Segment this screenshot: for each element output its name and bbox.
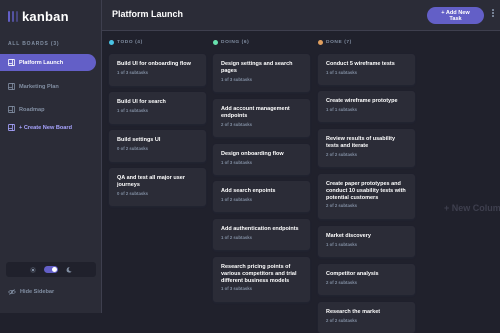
column-color-dot (109, 39, 114, 45)
sidebar-item-label: Marketing Plan (19, 83, 59, 90)
create-new-board-button[interactable]: + Create New Board (0, 119, 96, 136)
task-title: Add account management endpoints (221, 106, 290, 119)
task-card[interactable]: Design onboarding flow 1 of 3 subtasks (213, 144, 310, 175)
board-icon (8, 106, 15, 113)
column-header: DONE (7) (318, 37, 415, 47)
task-card[interactable]: Conduct 5 wireframe tests 1 of 1 subtask… (318, 54, 415, 85)
task-subtasks: 1 of 3 subtasks (221, 76, 253, 82)
logo-icon (8, 11, 18, 22)
task-subtasks: 2 of 2 subtasks (326, 151, 358, 157)
hide-sidebar-label: Hide Sidebar (20, 289, 55, 295)
column-header: DOING (6) (213, 37, 310, 47)
task-subtasks: 1 of 1 subtasks (326, 241, 358, 247)
task-subtasks: 1 of 3 subtasks (221, 159, 253, 165)
page-title: Platform Launch (112, 9, 184, 19)
task-card[interactable]: QA and test all major user journeys 0 of… (109, 168, 206, 206)
task-card[interactable]: Build UI for onboarding flow 1 of 3 subt… (109, 54, 206, 86)
add-new-task-button[interactable]: + Add New Task (427, 7, 484, 24)
task-card[interactable]: Add search enpoints 1 of 2 subtasks (213, 181, 310, 212)
task-title: Research the market (326, 309, 381, 315)
task-card[interactable]: Create wireframe prototype 1 of 1 subtas… (318, 91, 415, 122)
task-title: Market discovery (326, 233, 371, 239)
column-title: DONE (7) (326, 39, 352, 45)
boards-count-title: ALL BOARDS (3) (8, 41, 60, 47)
task-title: Competitor analysis (326, 271, 379, 277)
board-icon (8, 83, 15, 90)
sidebar-item-marketing-plan[interactable]: Marketing Plan (0, 78, 96, 95)
task-card[interactable]: Add account management endpoints 2 of 3 … (213, 99, 310, 137)
board-icon (8, 124, 15, 131)
task-card[interactable]: Add authentication endpoints 1 of 2 subt… (213, 219, 310, 250)
column-color-dot (318, 39, 323, 45)
task-title: Build UI for search (117, 99, 166, 105)
task-card[interactable]: Build UI for search 1 of 1 subtasks (109, 92, 206, 124)
task-card[interactable]: Build settings UI 0 of 2 subtasks (109, 130, 206, 162)
column-title: DOING (6) (221, 39, 250, 45)
task-title: Build settings UI (117, 137, 161, 143)
task-title: QA and test all major user journeys (117, 175, 185, 188)
sidebar-item-roadmap[interactable]: Roadmap (0, 101, 96, 118)
add-task-label-line2: Task (449, 15, 462, 22)
logo: kanban (8, 9, 69, 24)
vertical-ellipsis-icon[interactable] (491, 9, 495, 17)
task-card[interactable]: Research pricing points of various compe… (213, 257, 310, 302)
task-card[interactable]: Create paper prototypes and conduct 10 u… (318, 174, 415, 219)
eye-slash-icon (8, 289, 16, 295)
moon-icon (66, 266, 72, 273)
sidebar-item-label: Roadmap (19, 106, 45, 113)
task-subtasks: 0 of 2 subtasks (117, 145, 149, 151)
task-subtasks: 1 of 3 subtasks (117, 69, 149, 75)
task-subtasks: 1 of 1 subtasks (326, 69, 358, 75)
task-subtasks: 2 of 2 subtasks (326, 203, 358, 209)
task-subtasks: 1 of 1 subtasks (117, 107, 149, 113)
column-color-dot (213, 39, 218, 45)
task-subtasks: 2 of 2 subtasks (326, 279, 358, 285)
theme-switch[interactable] (44, 266, 58, 273)
task-title: Add search enpoints (221, 188, 276, 194)
task-title: Build UI for onboarding flow (117, 61, 191, 67)
column-todo: TODO (4) Build UI for onboarding flow 1 … (109, 37, 206, 206)
task-subtasks: 2 of 3 subtasks (221, 121, 253, 127)
task-title: Add authentication endpoints (221, 226, 299, 232)
column-title: TODO (4) (117, 39, 143, 45)
task-title: Create wireframe prototype (326, 98, 398, 104)
task-subtasks: 0 of 2 subtasks (117, 190, 149, 196)
logo-text: kanban (22, 9, 69, 24)
task-title: Conduct 5 wireframe tests (326, 61, 395, 67)
task-subtasks: 1 of 1 subtasks (326, 106, 358, 112)
task-card[interactable]: Competitor analysis 2 of 2 subtasks (318, 264, 415, 295)
column-done: DONE (7) Conduct 5 wireframe tests 1 of … (318, 37, 415, 333)
task-card[interactable]: Review results of usability tests and it… (318, 129, 415, 167)
sun-icon (30, 266, 36, 273)
task-title: Research pricing points of various compe… (221, 264, 297, 284)
column-doing: DOING (6) Design settings and search pag… (213, 37, 310, 302)
task-subtasks: 1 of 3 subtasks (221, 286, 253, 292)
task-subtasks: 1 of 2 subtasks (221, 196, 253, 202)
board-icon (8, 59, 15, 66)
task-title: Design onboarding flow (221, 151, 284, 157)
hide-sidebar-button[interactable]: Hide Sidebar (8, 289, 54, 295)
new-column-button[interactable]: + New Column (444, 203, 500, 213)
task-subtasks: 1 of 2 subtasks (221, 234, 253, 240)
create-new-board-label: + Create New Board (19, 124, 73, 131)
task-card[interactable]: Research the market 2 of 2 subtasks (318, 302, 415, 333)
theme-toggle-panel (6, 262, 96, 277)
sidebar-item-platform-launch[interactable]: Platform Launch (0, 54, 96, 71)
column-header: TODO (4) (109, 37, 206, 47)
task-title: Create paper prototypes and conduct 10 u… (326, 181, 406, 201)
task-title: Design settings and search pages (221, 61, 293, 74)
task-card[interactable]: Design settings and search pages 1 of 3 … (213, 54, 310, 92)
task-card[interactable]: Market discovery 1 of 1 subtasks (318, 226, 415, 257)
sidebar: kanban ALL BOARDS (3) Platform Launch Ma… (0, 0, 102, 313)
task-subtasks: 2 of 2 subtasks (326, 317, 358, 323)
sidebar-item-label: Platform Launch (19, 59, 64, 66)
task-title: Review results of usability tests and it… (326, 136, 396, 149)
header: Platform Launch + Add New Task (102, 0, 500, 31)
